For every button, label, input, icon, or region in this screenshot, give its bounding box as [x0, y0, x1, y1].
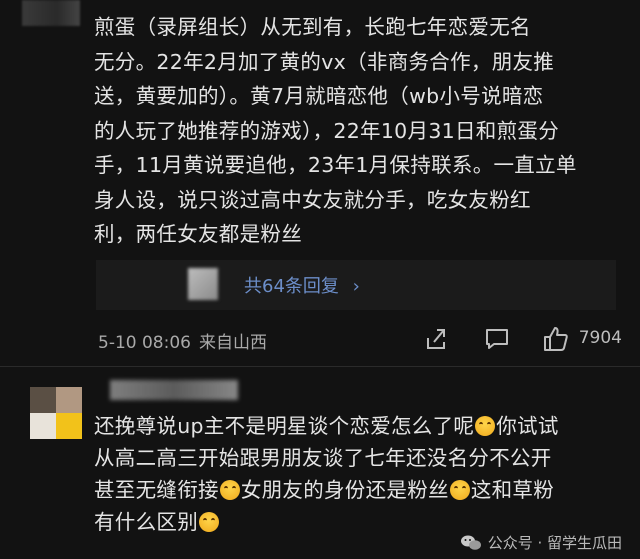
comment-text: 你试试 [496, 414, 559, 438]
comment-line: 身人设，说只谈过高中女友就分手，吃女友粉红 [94, 187, 531, 212]
comment-body: 煎蛋（录屏组长）从无到有，长跑七年恋爱无名 无分。22年2月加了黄的vx（非商务… [94, 10, 624, 252]
like-count: 7904 [578, 328, 622, 348]
avatar[interactable] [22, 0, 80, 26]
timestamp: 5-10 08:06 [98, 333, 191, 353]
comment-body: 还挽尊说up主不是明星谈个恋爱怎么了呢 你试试 从高二高三开始跟男朋友谈了七年还没… [94, 410, 624, 538]
avatar[interactable] [30, 387, 82, 439]
laughing-emoji-icon [199, 512, 219, 532]
thumbs-up-icon[interactable] [542, 325, 570, 353]
comment-line: 利，两任女友都是粉丝 [94, 222, 302, 246]
comment-text: 有什么区别 [94, 510, 198, 534]
laughing-emoji-icon [219, 480, 240, 500]
watermark: 公众号 · 留学生瓜田 [460, 532, 622, 553]
comment-line: 送，黄要加的）。黄7月就暗恋他（wb小号说暗恋 [94, 84, 544, 108]
chevron-right-icon: › [352, 276, 360, 297]
comment-text: 还挽尊说up主不是明星谈个恋爱怎么了呢 [94, 414, 475, 438]
comment-line: 的人玩了她推荐的游戏），22年10月31日和煎蛋分 [94, 118, 560, 143]
reply-avatar [188, 268, 218, 300]
comment-icon[interactable] [484, 326, 510, 352]
view-replies-link[interactable]: 共64条回复 › [244, 272, 360, 298]
share-icon[interactable] [424, 326, 450, 352]
location: 来自山西 [198, 333, 267, 353]
laughing-emoji-icon [449, 480, 470, 500]
comment-divider [0, 366, 640, 367]
watermark-text: 公众号 · 留学生瓜田 [487, 534, 622, 552]
laughing-emoji-icon [475, 416, 496, 436]
comment-text: 甚至无缝衔接 [94, 478, 219, 502]
comment-line: 煎蛋（录屏组长）从无到有，长跑七年恋爱无名 [94, 15, 531, 39]
replies-preview[interactable]: 共64条回复 › [96, 260, 616, 310]
comment-text: 女朋友的身份还是粉丝 [240, 478, 449, 502]
comment-line: 手，11月黄说要追他，23年1月保持联系。一直立单 [94, 153, 577, 177]
comment-text: 这和草粉 [470, 478, 555, 502]
comment-text: 从高二高三开始跟男朋友谈了七年还没名分不公开 [94, 446, 552, 470]
wechat-official-account-icon [460, 535, 481, 550]
comment-meta: 5-10 08:06 来自山西 7904 [0, 322, 640, 356]
username-blurred[interactable] [110, 380, 238, 400]
reply-count: 共64条回复 [244, 276, 339, 297]
comment-line: 无分。22年2月加了黄的vx（非商务合作，朋友推 [94, 49, 555, 74]
